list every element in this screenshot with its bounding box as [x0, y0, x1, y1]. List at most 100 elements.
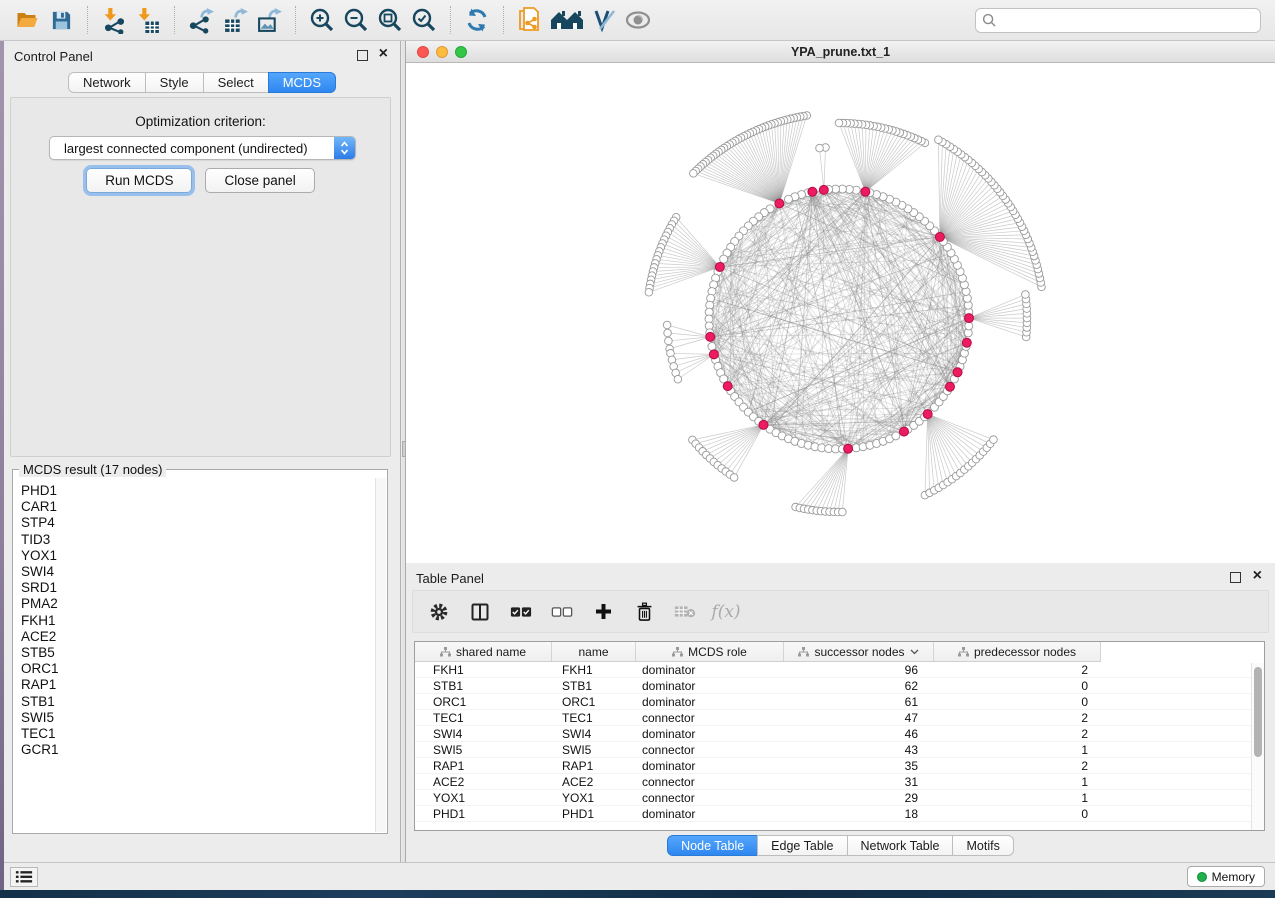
cell-name[interactable]: FKH1 — [552, 662, 636, 677]
network-window-titlebar[interactable]: YPA_prune.txt_1 — [406, 41, 1275, 63]
import-network-button[interactable] — [97, 3, 131, 37]
open-session-button[interactable] — [10, 3, 44, 37]
select-all-button[interactable] — [509, 600, 533, 624]
run-mcds-button[interactable]: Run MCDS — [86, 168, 192, 193]
delete-table-button-disabled[interactable] — [673, 600, 697, 624]
cell-shared_name[interactable]: FKH1 — [415, 662, 552, 677]
cell-shared_name[interactable]: STB1 — [415, 678, 552, 693]
column-header-shared-name[interactable]: shared name — [415, 642, 552, 662]
network-home-button[interactable] — [547, 3, 587, 37]
search-field[interactable] — [975, 8, 1261, 33]
cell-shared_name[interactable]: SWI4 — [415, 726, 552, 741]
cell-shared_name[interactable]: ACE2 — [415, 774, 552, 789]
mcds-result-item[interactable]: STB5 — [21, 645, 373, 661]
cell-name[interactable]: STB1 — [552, 678, 636, 693]
cell-name[interactable]: ORC1 — [552, 694, 636, 709]
mcds-result-item[interactable]: STB1 — [21, 694, 373, 710]
cell-predecessor_nodes[interactable]: 0 — [934, 694, 1101, 709]
table-row[interactable]: PHD1PHD1dominator180 — [415, 806, 1264, 822]
cell-successor_nodes[interactable]: 62 — [784, 678, 934, 693]
cell-successor_nodes[interactable]: 35 — [784, 758, 934, 773]
cell-name[interactable]: RAP1 — [552, 758, 636, 773]
mcds-list-scrollbar[interactable] — [375, 478, 386, 832]
cell-predecessor_nodes[interactable]: 2 — [934, 758, 1101, 773]
cell-shared_name[interactable]: PHD1 — [415, 806, 552, 821]
close-panel-button[interactable]: Close panel — [205, 168, 314, 193]
table-settings-button[interactable] — [427, 600, 451, 624]
memory-button[interactable]: Memory — [1187, 866, 1265, 887]
mcds-result-item[interactable]: SWI4 — [21, 564, 373, 580]
cell-name[interactable]: SWI4 — [552, 726, 636, 741]
cell-successor_nodes[interactable]: 61 — [784, 694, 934, 709]
cell-mcds_role[interactable]: dominator — [636, 758, 784, 773]
float-window-icon[interactable] — [1230, 572, 1241, 583]
cell-shared_name[interactable]: TEC1 — [415, 710, 552, 725]
tab-node-table[interactable]: Node Table — [667, 835, 758, 856]
cell-predecessor_nodes[interactable]: 0 — [934, 678, 1101, 693]
cell-successor_nodes[interactable]: 46 — [784, 726, 934, 741]
mcds-result-item[interactable]: ACE2 — [21, 629, 373, 645]
cell-successor_nodes[interactable]: 96 — [784, 662, 934, 677]
cell-shared_name[interactable]: ORC1 — [415, 694, 552, 709]
cell-mcds_role[interactable]: connector — [636, 742, 784, 757]
table-row[interactable]: SWI4SWI4dominator462 — [415, 726, 1264, 742]
tab-style[interactable]: Style — [145, 72, 204, 93]
mcds-result-item[interactable]: GCR1 — [21, 742, 373, 758]
cell-successor_nodes[interactable]: 47 — [784, 710, 934, 725]
cell-name[interactable]: TEC1 — [552, 710, 636, 725]
cell-name[interactable]: ACE2 — [552, 774, 636, 789]
table-row[interactable]: SWI5SWI5connector431 — [415, 742, 1264, 758]
tab-select[interactable]: Select — [203, 72, 269, 93]
table-row[interactable]: STB1STB1dominator620 — [415, 678, 1264, 694]
export-table-button[interactable] — [218, 3, 252, 37]
close-icon[interactable]: × — [379, 45, 388, 63]
cell-mcds_role[interactable]: dominator — [636, 806, 784, 821]
cell-predecessor_nodes[interactable]: 1 — [934, 790, 1101, 805]
table-row[interactable]: FKH1FKH1dominator962 — [415, 662, 1264, 678]
cell-predecessor_nodes[interactable]: 0 — [934, 806, 1101, 821]
cell-mcds_role[interactable]: connector — [636, 790, 784, 805]
show-hide-button[interactable] — [621, 3, 655, 37]
import-table-button[interactable] — [131, 3, 165, 37]
mcds-result-item[interactable]: SWI5 — [21, 710, 373, 726]
tab-mcds[interactable]: MCDS — [268, 72, 336, 93]
mcds-result-item[interactable]: PHD1 — [21, 483, 373, 499]
show-panels-button[interactable] — [10, 867, 38, 887]
table-row[interactable]: RAP1RAP1dominator352 — [415, 758, 1264, 774]
cell-predecessor_nodes[interactable]: 1 — [934, 774, 1101, 789]
mcds-result-item[interactable]: SRD1 — [21, 580, 373, 596]
cell-mcds_role[interactable]: connector — [636, 774, 784, 789]
cell-successor_nodes[interactable]: 29 — [784, 790, 934, 805]
cell-successor_nodes[interactable]: 18 — [784, 806, 934, 821]
cell-predecessor_nodes[interactable]: 1 — [934, 742, 1101, 757]
tab-motifs[interactable]: Motifs — [952, 835, 1013, 856]
mcds-result-item[interactable]: TID3 — [21, 532, 373, 548]
column-header-name[interactable]: name — [552, 642, 636, 662]
split-panel-button[interactable] — [468, 600, 492, 624]
cell-shared_name[interactable]: YOX1 — [415, 790, 552, 805]
cell-predecessor_nodes[interactable]: 2 — [934, 726, 1101, 741]
cell-name[interactable]: PHD1 — [552, 806, 636, 821]
cell-name[interactable]: YOX1 — [552, 790, 636, 805]
close-icon[interactable]: × — [1253, 567, 1262, 585]
tab-edge-table[interactable]: Edge Table — [757, 835, 847, 856]
mcds-result-item[interactable]: TEC1 — [21, 726, 373, 742]
criterion-dropdown[interactable]: largest connected component (undirected) — [49, 136, 356, 160]
toggle-graphics-button[interactable] — [587, 3, 621, 37]
cell-successor_nodes[interactable]: 31 — [784, 774, 934, 789]
mcds-result-item[interactable]: STP4 — [21, 515, 373, 531]
search-input[interactable] — [997, 10, 1254, 30]
cell-mcds_role[interactable]: dominator — [636, 662, 784, 677]
function-builder-button-disabled[interactable]: f(x) — [714, 600, 738, 624]
cell-successor_nodes[interactable]: 43 — [784, 742, 934, 757]
add-column-button[interactable] — [591, 600, 615, 624]
column-header-predecessor-nodes[interactable]: predecessor nodes — [934, 642, 1101, 662]
zoom-selected-button[interactable] — [407, 3, 441, 37]
cell-mcds_role[interactable]: dominator — [636, 694, 784, 709]
cell-mcds_role[interactable]: connector — [636, 710, 784, 725]
cell-mcds_role[interactable]: dominator — [636, 726, 784, 741]
export-image-button[interactable] — [252, 3, 286, 37]
apply-layout-button[interactable] — [460, 3, 494, 37]
cell-mcds_role[interactable]: dominator — [636, 678, 784, 693]
cell-predecessor_nodes[interactable]: 2 — [934, 662, 1101, 677]
